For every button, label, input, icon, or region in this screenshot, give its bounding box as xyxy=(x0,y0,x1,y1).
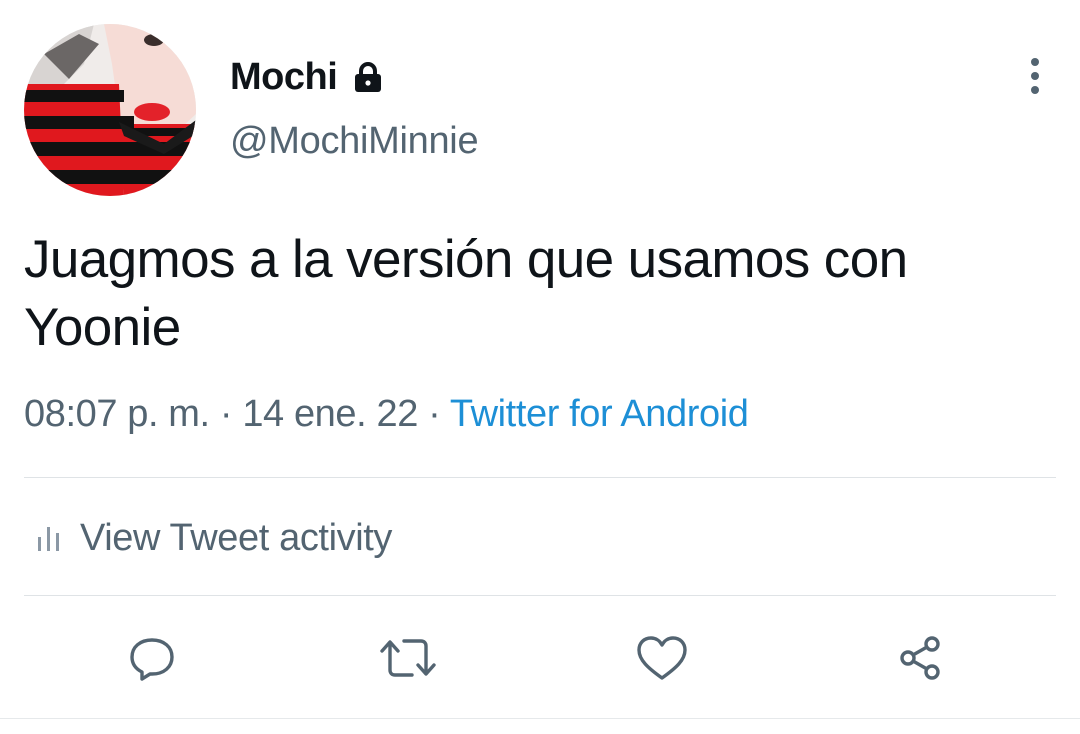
more-dot-icon xyxy=(1031,86,1039,94)
heart-icon xyxy=(637,636,687,680)
divider xyxy=(24,477,1056,478)
more-dot-icon xyxy=(1031,58,1039,66)
comment-icon xyxy=(130,638,174,681)
meta-separator: · xyxy=(428,393,441,435)
tweet-source-link[interactable]: Twitter for Android xyxy=(450,393,749,435)
display-name-row: Mochi xyxy=(230,52,385,102)
display-name[interactable]: Mochi xyxy=(230,56,338,99)
tweet-time: 08:07 p. m. xyxy=(24,393,210,435)
tweet-date: 14 ene. 22 xyxy=(242,393,418,435)
avatar-image xyxy=(24,24,196,196)
tweet-meta: 08:07 p. m. · 14 ene. 22 · Twitter for A… xyxy=(24,393,749,436)
share-icon xyxy=(900,636,940,680)
bar-chart-icon xyxy=(38,527,59,551)
share-button[interactable] xyxy=(890,628,950,688)
divider xyxy=(24,595,1056,596)
tweet-detail: Mochi @MochiMinnie Juagmos a la versión … xyxy=(0,0,1080,734)
reply-button[interactable] xyxy=(122,628,182,688)
tweet-text: Juagmos a la versión que usamos con Yoon… xyxy=(24,230,908,357)
like-button[interactable] xyxy=(632,628,692,688)
retweet-icon xyxy=(380,639,436,677)
retweet-button[interactable] xyxy=(378,628,438,688)
user-handle[interactable]: @MochiMinnie xyxy=(230,120,479,163)
bottom-divider xyxy=(0,718,1080,719)
more-options-button[interactable] xyxy=(1020,52,1050,100)
view-tweet-activity-label: View Tweet activity xyxy=(80,516,393,559)
lock-icon xyxy=(355,62,382,92)
avatar[interactable] xyxy=(24,24,196,196)
view-tweet-activity-button[interactable]: View Tweet activity xyxy=(36,512,392,564)
more-dot-icon xyxy=(1031,72,1039,80)
meta-separator: · xyxy=(219,393,233,435)
